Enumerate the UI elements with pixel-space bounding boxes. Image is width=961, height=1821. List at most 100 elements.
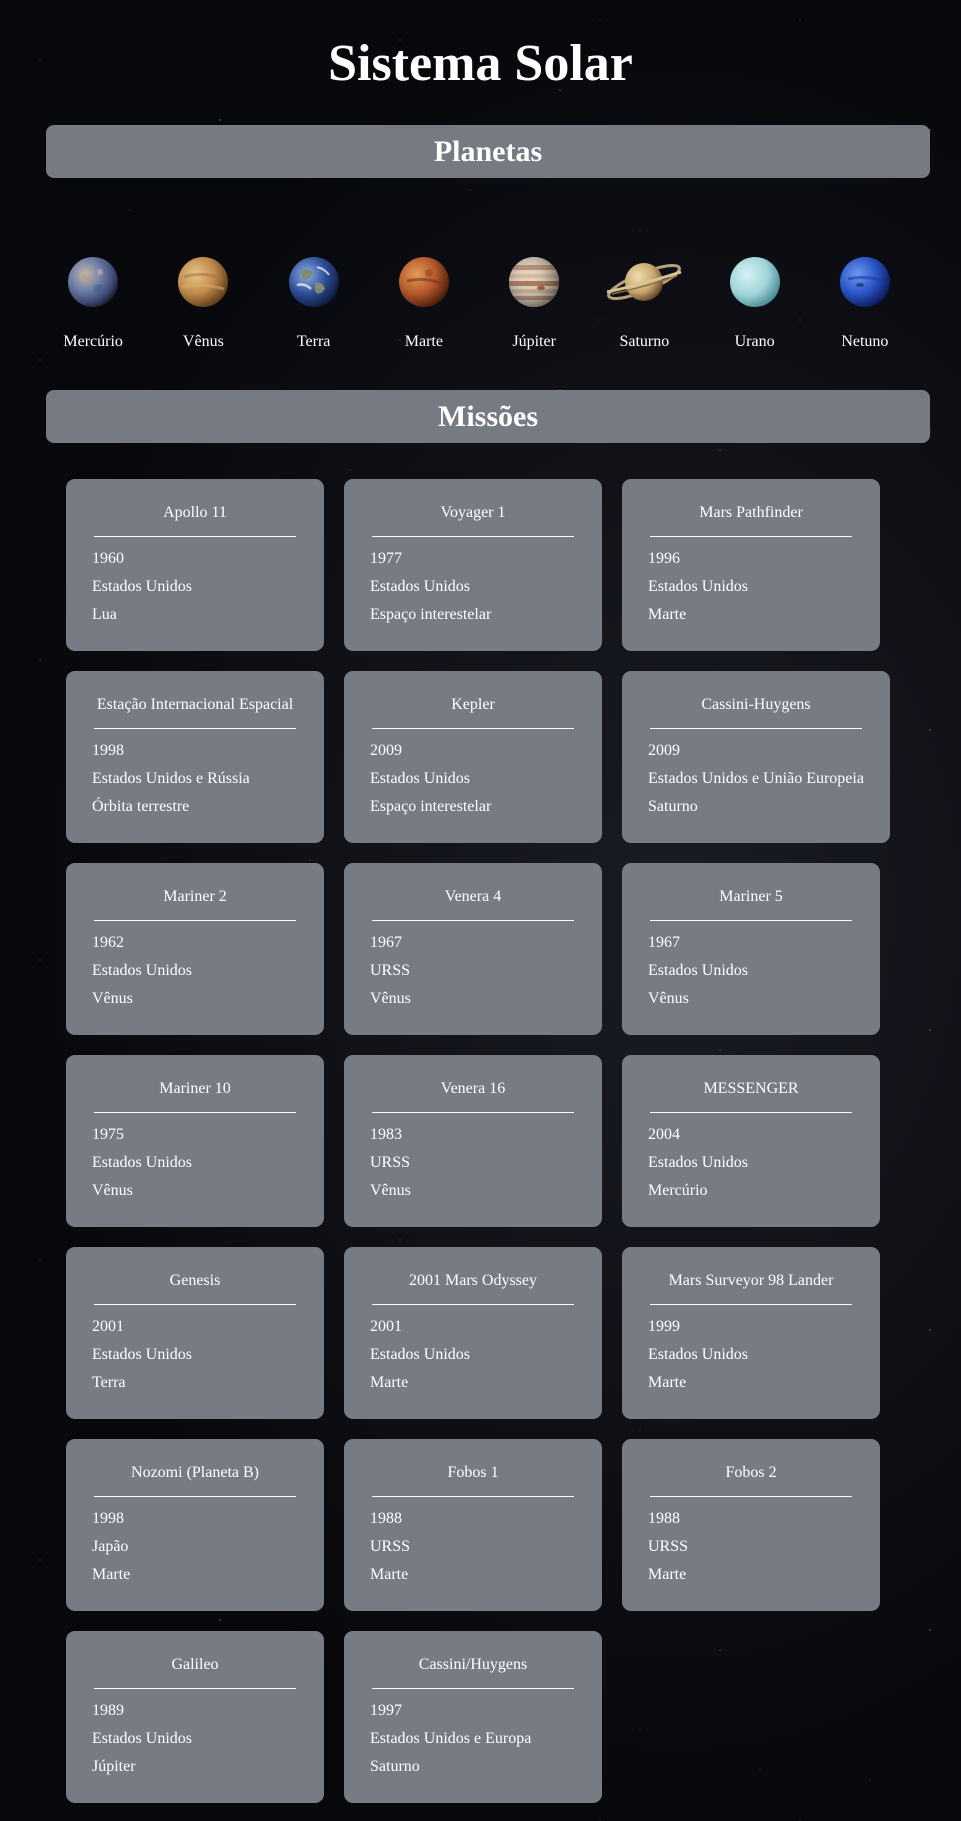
mission-year: 1962 xyxy=(92,934,124,951)
mission-year: 1998 xyxy=(92,742,124,759)
mission-divider xyxy=(94,920,296,921)
earth-icon xyxy=(288,257,339,307)
mission-destination: Vênus xyxy=(370,1182,411,1199)
mission-name: 2001 Mars Odyssey xyxy=(409,1272,537,1289)
mission-year: 1967 xyxy=(370,934,402,951)
mission-destination: Marte xyxy=(648,1374,687,1391)
mission-card[interactable]: Mariner 5 1967 Estados Unidos Vênus xyxy=(622,863,880,1035)
mission-year: 1989 xyxy=(92,1702,124,1719)
mission-card[interactable]: Fobos 1 1988 URSS Marte xyxy=(344,1439,602,1611)
mission-name: Nozomi (Planeta B) xyxy=(131,1464,259,1481)
planet-jupiter[interactable]: Júpiter xyxy=(479,252,589,352)
mission-destination: Espaço interestelar xyxy=(370,606,492,623)
mission-destination: Júpiter xyxy=(92,1758,136,1775)
mission-card[interactable]: Voyager 1 1977 Estados Unidos Espaço int… xyxy=(344,479,602,651)
mission-name: Mariner 10 xyxy=(159,1080,231,1097)
mission-destination: Marte xyxy=(648,606,687,623)
mission-card[interactable]: MESSENGER 2004 Estados Unidos Mercúrio xyxy=(622,1055,880,1227)
mission-card[interactable]: Mars Pathfinder 1996 Estados Unidos Mart… xyxy=(622,479,880,651)
mission-year: 1996 xyxy=(648,550,680,567)
mission-card[interactable]: Venera 4 1967 URSS Vênus xyxy=(344,863,602,1035)
missions-section-header: Missões xyxy=(46,390,930,443)
mission-card[interactable]: Genesis 2001 Estados Unidos Terra xyxy=(66,1247,324,1419)
mission-country: URSS xyxy=(370,1538,411,1555)
mission-destination: Marte xyxy=(92,1566,131,1583)
mission-country: Japão xyxy=(92,1538,129,1555)
mercury-icon xyxy=(68,257,119,307)
mission-name: Mars Pathfinder xyxy=(699,504,803,521)
mission-card[interactable]: Galileo 1989 Estados Unidos Júpiter xyxy=(66,1631,324,1803)
mission-destination: Espaço interestelar xyxy=(370,798,492,815)
mission-country: Estados Unidos xyxy=(648,962,748,979)
planet-mercury[interactable]: Mercúrio xyxy=(38,252,148,352)
mission-name: Genesis xyxy=(169,1272,221,1289)
mission-country: Estados Unidos xyxy=(370,578,470,595)
planet-venus[interactable]: Vênus xyxy=(148,252,258,352)
mission-destination: Saturno xyxy=(370,1758,420,1775)
mission-card[interactable]: Venera 16 1983 URSS Vênus xyxy=(344,1055,602,1227)
mission-country: Estados Unidos xyxy=(648,1346,748,1363)
mission-name: Mariner 2 xyxy=(163,888,227,905)
mission-name: Fobos 1 xyxy=(447,1464,499,1481)
mission-name: Cassini-Huygens xyxy=(701,696,811,713)
mission-name: Voyager 1 xyxy=(440,504,506,521)
mission-divider xyxy=(650,920,852,921)
planet-name: Terra xyxy=(296,333,331,350)
mission-destination: Marte xyxy=(370,1374,409,1391)
mission-country: URSS xyxy=(648,1538,689,1555)
planet-name: Urano xyxy=(734,333,775,350)
mission-divider xyxy=(372,1688,574,1689)
mission-year: 2009 xyxy=(370,742,402,759)
mission-card[interactable]: Mars Surveyor 98 Lander 1999 Estados Uni… xyxy=(622,1247,880,1419)
mission-destination: Vênus xyxy=(92,1182,133,1199)
planet-earth[interactable]: Terra xyxy=(259,252,369,352)
mission-card[interactable]: 2001 Mars Odyssey 2001 Estados Unidos Ma… xyxy=(344,1247,602,1419)
mission-divider xyxy=(94,1112,296,1113)
mission-country: Estados Unidos e Rússia xyxy=(92,770,250,787)
planet-neptune[interactable]: Netuno xyxy=(810,252,920,352)
planet-mars[interactable]: Marte xyxy=(369,252,479,352)
planet-name: Vênus xyxy=(182,333,224,350)
mission-divider xyxy=(650,1304,852,1305)
venus-icon xyxy=(178,257,229,307)
mission-name: Mariner 5 xyxy=(719,888,783,905)
mission-divider xyxy=(372,536,574,537)
mission-divider xyxy=(650,728,862,729)
saturn-icon xyxy=(607,263,682,301)
mission-name: Venera 16 xyxy=(440,1080,506,1097)
mission-card[interactable]: Mariner 10 1975 Estados Unidos Vênus xyxy=(66,1055,324,1227)
mission-name: Fobos 2 xyxy=(725,1464,777,1481)
mission-card[interactable]: Nozomi (Planeta B) 1998 Japão Marte xyxy=(66,1439,324,1611)
mission-year: 1988 xyxy=(370,1510,402,1527)
mission-destination: Terra xyxy=(92,1374,126,1391)
mission-card[interactable]: Cassini-Huygens 2009 Estados Unidos e Un… xyxy=(622,671,890,843)
mission-name: MESSENGER xyxy=(703,1080,799,1097)
mission-name: Estação Internacional Espacial xyxy=(96,696,294,713)
mission-year: 1983 xyxy=(370,1126,402,1143)
mission-divider xyxy=(650,1112,852,1113)
mission-year: 1988 xyxy=(648,1510,680,1527)
mission-card[interactable]: Cassini/Huygens 1997 Estados Unidos e Eu… xyxy=(344,1631,602,1803)
mission-divider xyxy=(372,920,574,921)
mission-country: Estados Unidos xyxy=(92,1730,192,1747)
mission-destination: Vênus xyxy=(92,990,133,1007)
mission-name: Kepler xyxy=(451,696,495,713)
mission-card[interactable]: Apollo 11 1960 Estados Unidos Lua xyxy=(66,479,324,651)
mission-card[interactable]: Estação Internacional Espacial 1998 Esta… xyxy=(66,671,324,843)
planets-row: Mercúrio Vênus Terra Marte Júpiter Satur… xyxy=(38,252,920,352)
mission-card[interactable]: Fobos 2 1988 URSS Marte xyxy=(622,1439,880,1611)
planet-uranus[interactable]: Urano xyxy=(700,252,810,352)
mars-icon xyxy=(398,257,449,307)
mission-year: 1997 xyxy=(370,1702,402,1719)
mission-card[interactable]: Mariner 2 1962 Estados Unidos Vênus xyxy=(66,863,324,1035)
mission-name: Apollo 11 xyxy=(163,504,227,521)
mission-destination: Mercúrio xyxy=(648,1182,708,1199)
planet-name: Júpiter xyxy=(512,333,556,350)
planet-name: Marte xyxy=(404,333,443,350)
mission-divider xyxy=(372,1304,574,1305)
mission-country: Estados Unidos xyxy=(92,1154,192,1171)
mission-name: Galileo xyxy=(171,1656,219,1673)
mission-card[interactable]: Kepler 2009 Estados Unidos Espaço intere… xyxy=(344,671,602,843)
planet-saturn[interactable]: Saturno xyxy=(589,252,699,352)
mission-destination: Lua xyxy=(92,606,117,623)
